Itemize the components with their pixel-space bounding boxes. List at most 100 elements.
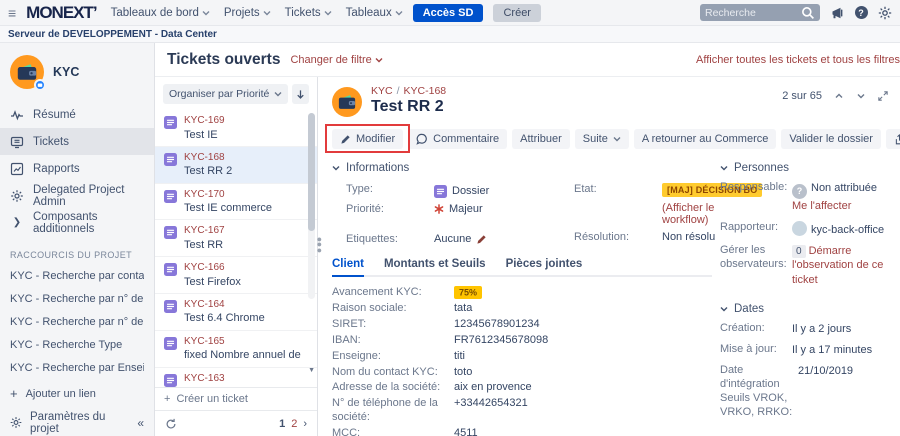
sort-direction-button[interactable] bbox=[292, 84, 309, 104]
topbar-menu-tableaux[interactable]: Tableaux bbox=[346, 7, 403, 19]
search-icon[interactable] bbox=[801, 6, 815, 20]
next-ticket-icon[interactable] bbox=[856, 91, 866, 101]
ticket-list-item-kyc-164[interactable]: KYC-164Test 6.4 Chrome bbox=[155, 293, 317, 330]
ticket-list-item-kyc-170[interactable]: KYC-170Test IE commerce bbox=[155, 183, 317, 220]
shortcut-link-2[interactable]: KYC - Recherche par n° de ticket bbox=[10, 287, 144, 310]
updated-label: Mise à jour: bbox=[720, 343, 792, 357]
breadcrumb-project-link[interactable]: KYC bbox=[371, 85, 393, 97]
sort-by-label: Organiser par Priorité bbox=[169, 88, 269, 100]
dossier-type-icon bbox=[434, 185, 447, 198]
ticket-list-item-kyc-168[interactable]: KYC-168Test RR 2 bbox=[155, 146, 317, 183]
watchers-count-badge: 0 bbox=[792, 245, 806, 258]
ticket-list-item-kyc-163[interactable]: KYC-163test 6.4 bbox=[155, 367, 317, 387]
sidebar-nav: RésuméTicketsRapportsDelegated Project A… bbox=[0, 101, 154, 236]
return-to-commerce-button[interactable]: A retourner au Commerce bbox=[634, 129, 777, 149]
topbar-menu-tickets[interactable]: Tickets bbox=[285, 7, 332, 19]
breadcrumb-ticket-link[interactable]: KYC-168 bbox=[404, 85, 447, 97]
sidebar-collapse-button[interactable]: « bbox=[137, 416, 144, 430]
field-value: toto bbox=[454, 366, 472, 379]
sort-by-dropdown[interactable]: Organiser par Priorité bbox=[163, 84, 288, 104]
sidebar-item-composants-additionnels[interactable]: ❯Composants additionnels bbox=[0, 209, 154, 236]
list-toolbar: Organiser par Priorité bbox=[155, 77, 317, 110]
export-button[interactable]: Exporter bbox=[886, 129, 900, 149]
edit-labels-pencil-icon[interactable] bbox=[476, 234, 487, 245]
shortcut-link-1[interactable]: KYC - Recherche par contact bbox=[10, 264, 144, 287]
sidebar-item-rapports[interactable]: Rapports bbox=[0, 155, 154, 182]
assign-button[interactable]: Attribuer bbox=[512, 129, 570, 149]
ticket-list-item-kyc-166[interactable]: KYC-166Test Firefox bbox=[155, 256, 317, 293]
priority-major-icon bbox=[434, 204, 444, 214]
refresh-icon[interactable] bbox=[165, 418, 177, 430]
ticket-avatar bbox=[332, 87, 362, 117]
help-icon[interactable]: ? bbox=[854, 6, 868, 20]
search-box[interactable] bbox=[700, 4, 820, 21]
chevron-down-icon bbox=[202, 9, 210, 17]
shortcut-link-4[interactable]: KYC - Recherche Type bbox=[10, 333, 144, 356]
topbar: ≡ MONEXT’ Tableaux de bordProjetsTickets… bbox=[0, 0, 900, 26]
next-page-button[interactable]: › bbox=[303, 418, 307, 430]
type-text: Dossier bbox=[452, 185, 489, 197]
tab-montants-et-seuils[interactable]: Montants et Seuils bbox=[384, 258, 486, 275]
assign-to-me-link[interactable]: Me l'affecter bbox=[792, 200, 851, 212]
more-actions-button[interactable]: Suite bbox=[575, 129, 629, 149]
ticket-summary: Test RR 2 bbox=[184, 164, 232, 178]
dates-section-header[interactable]: Dates bbox=[720, 303, 888, 315]
acces-sd-button[interactable]: Accès SD bbox=[413, 4, 484, 22]
topbar-menu-projets[interactable]: Projets bbox=[224, 7, 271, 19]
edit-button[interactable]: Modifier bbox=[332, 129, 403, 149]
expand-icon[interactable] bbox=[878, 91, 888, 101]
ticket-list-item-kyc-165[interactable]: KYC-165fixed Nombre annuel de transac... bbox=[155, 330, 317, 367]
field-label: Enseigne: bbox=[332, 350, 454, 363]
megaphone-icon[interactable] bbox=[830, 6, 844, 20]
topbar-menu-tableaux-de-bord[interactable]: Tableaux de bord bbox=[111, 7, 210, 19]
pane-resize-handle[interactable]: ●●● bbox=[317, 237, 322, 253]
create-ticket-button[interactable]: + Créer un ticket bbox=[155, 387, 317, 410]
project-avatar[interactable] bbox=[10, 55, 44, 89]
sidebar-footer: Paramètres du projet « bbox=[0, 409, 154, 436]
sidebar-item-resume[interactable]: Résumé bbox=[0, 101, 154, 128]
informations-title: Informations bbox=[346, 162, 409, 174]
detail-header: KYC / KYC-168 Test RR 2 2 sur 65 bbox=[332, 85, 888, 117]
tab-client[interactable]: Client bbox=[332, 258, 364, 277]
chevron-down-icon bbox=[720, 164, 728, 172]
menu-label: Tickets bbox=[285, 7, 321, 19]
show-all-tickets-link[interactable]: Afficher toutes les tickets et tous les … bbox=[696, 54, 900, 66]
sidebar-item-tickets[interactable]: Tickets bbox=[0, 128, 154, 155]
tab-pieces-jointes[interactable]: Pièces jointes bbox=[506, 258, 583, 275]
list-scrollbar[interactable] bbox=[308, 113, 315, 299]
shortcut-link-3[interactable]: KYC - Recherche par n° de SIRET bbox=[10, 310, 144, 333]
page-2[interactable]: 2 bbox=[291, 418, 297, 430]
people-section-header[interactable]: Personnes bbox=[720, 162, 888, 174]
assignee-text: Non attribuée bbox=[811, 182, 877, 194]
page-1[interactable]: 1 bbox=[279, 418, 285, 430]
hamburger-menu-icon[interactable]: ≡ bbox=[8, 6, 16, 20]
plus-icon: + bbox=[164, 393, 170, 405]
create-button[interactable]: Créer bbox=[493, 4, 541, 22]
comment-button[interactable]: Commentaire bbox=[408, 129, 507, 149]
shortcut-link-5[interactable]: KYC - Recherche par Enseigne bbox=[10, 356, 144, 379]
project-settings-link[interactable]: Paramètres du projet bbox=[30, 411, 129, 435]
dossier-type-icon bbox=[164, 190, 177, 203]
add-link-button[interactable]: + Ajouter un lien bbox=[10, 379, 144, 408]
sidebar-item-delegated-project-admin[interactable]: Delegated Project Admin bbox=[0, 182, 154, 209]
ticket-summary: Test IE commerce bbox=[184, 201, 272, 215]
gear-icon[interactable] bbox=[878, 6, 892, 20]
ticket-list-item-kyc-169[interactable]: KYC-169Test IE bbox=[155, 110, 317, 146]
validate-dossier-button[interactable]: Valider le dossier bbox=[781, 129, 881, 149]
field-row-raison-sociale: Raison sociale:tata bbox=[332, 302, 712, 315]
ticket-list-item-kyc-167[interactable]: KYC-167Test RR bbox=[155, 219, 317, 256]
start-watching-link[interactable]: Démarre l'observation de ce ticket bbox=[792, 245, 883, 286]
previous-ticket-icon[interactable] bbox=[834, 91, 844, 101]
ticket-list-pane: Organiser par Priorité KYC-169Test IEKYC… bbox=[155, 77, 318, 436]
informations-section-header[interactable]: Informations bbox=[332, 162, 712, 174]
field-label: Raison sociale: bbox=[332, 302, 454, 315]
add-link-label: Ajouter un lien bbox=[26, 388, 96, 400]
scroll-down-arrow-icon[interactable]: ▼ bbox=[308, 367, 315, 374]
integration-date-label: Date d'intégration Seuils VROK, VRKO, RR… bbox=[720, 364, 798, 419]
watchers-value: 0Démarre l'observation de ce ticket bbox=[792, 244, 888, 287]
search-input[interactable] bbox=[705, 7, 801, 19]
priority-value: Majeur bbox=[434, 203, 574, 215]
ticket-key: KYC-168 bbox=[184, 151, 232, 165]
change-filter-link[interactable]: Changer de filtre bbox=[290, 54, 382, 66]
ticket-key: KYC-169 bbox=[184, 114, 225, 128]
